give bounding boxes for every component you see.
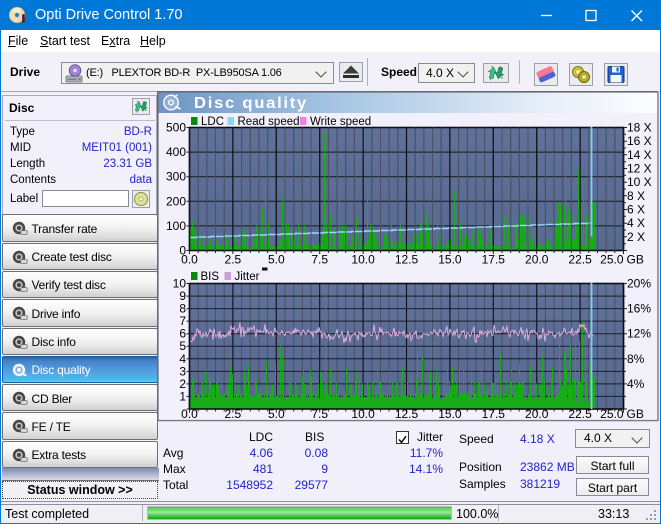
svg-text:10.0: 10.0 (351, 407, 375, 421)
svg-text:22.5: 22.5 (568, 253, 592, 267)
svg-text:17.5: 17.5 (482, 407, 506, 421)
svg-text:15.0: 15.0 (438, 407, 462, 421)
svg-text:GB: GB (627, 407, 644, 421)
svg-text:Read speed: Read speed (238, 116, 300, 128)
svg-text:16 X: 16 X (627, 134, 652, 148)
svg-text:20.0: 20.0 (525, 253, 549, 267)
svg-text:Write speed: Write speed (310, 116, 371, 128)
svg-text:25.0: 25.0 (600, 253, 624, 267)
svg-text:6 X: 6 X (627, 203, 645, 217)
svg-text:20.0: 20.0 (525, 407, 549, 421)
svg-text:16%: 16% (627, 302, 651, 316)
svg-text:2.5: 2.5 (225, 407, 242, 421)
svg-text:GB: GB (627, 253, 644, 267)
svg-text:22.5: 22.5 (568, 407, 592, 421)
svg-text:20%: 20% (627, 277, 651, 291)
svg-text:1: 1 (179, 389, 186, 403)
svg-text:6: 6 (179, 327, 186, 341)
svg-text:10 X: 10 X (627, 175, 652, 189)
svg-text:3: 3 (179, 364, 186, 378)
svg-text:15.0: 15.0 (438, 253, 462, 267)
svg-text:8 X: 8 X (627, 189, 645, 203)
svg-text:7: 7 (179, 314, 186, 328)
svg-text:0.0: 0.0 (181, 253, 198, 267)
svg-text:5: 5 (179, 339, 186, 353)
svg-text:Disc quality: Disc quality (194, 95, 308, 112)
svg-text:4 X: 4 X (627, 216, 645, 230)
svg-text:10.0: 10.0 (351, 253, 375, 267)
svg-text:25.0: 25.0 (600, 407, 624, 421)
svg-text:300: 300 (166, 170, 186, 184)
svg-text:2 X: 2 X (627, 230, 645, 244)
svg-text:5.0: 5.0 (268, 407, 285, 421)
svg-text:4%: 4% (627, 377, 645, 391)
svg-text:8%: 8% (627, 352, 645, 366)
svg-text:4: 4 (179, 352, 186, 366)
svg-text:12.5: 12.5 (395, 407, 419, 421)
svg-text:12%: 12% (627, 327, 651, 341)
svg-text:12.5: 12.5 (395, 253, 419, 267)
svg-text:12 X: 12 X (627, 162, 652, 176)
svg-text:500: 500 (166, 121, 186, 135)
svg-text:0.0: 0.0 (181, 407, 198, 421)
svg-text:10: 10 (173, 277, 187, 291)
svg-text:9: 9 (179, 289, 186, 303)
svg-text:8: 8 (179, 302, 186, 316)
svg-text:17.5: 17.5 (482, 253, 506, 267)
svg-text:7.5: 7.5 (311, 407, 328, 421)
svg-text:14 X: 14 X (627, 148, 652, 162)
svg-text:5.0: 5.0 (268, 253, 285, 267)
svg-text:400: 400 (166, 145, 186, 159)
svg-text:2: 2 (179, 377, 186, 391)
svg-text:Jitter: Jitter (235, 271, 260, 283)
svg-text:2.5: 2.5 (225, 253, 242, 267)
svg-text:200: 200 (166, 194, 186, 208)
svg-text:LDC: LDC (201, 116, 224, 128)
svg-text:100: 100 (166, 219, 186, 233)
svg-text:7.5: 7.5 (311, 253, 328, 267)
svg-text:BIS: BIS (201, 271, 220, 283)
svg-text:18 X: 18 X (627, 121, 652, 135)
